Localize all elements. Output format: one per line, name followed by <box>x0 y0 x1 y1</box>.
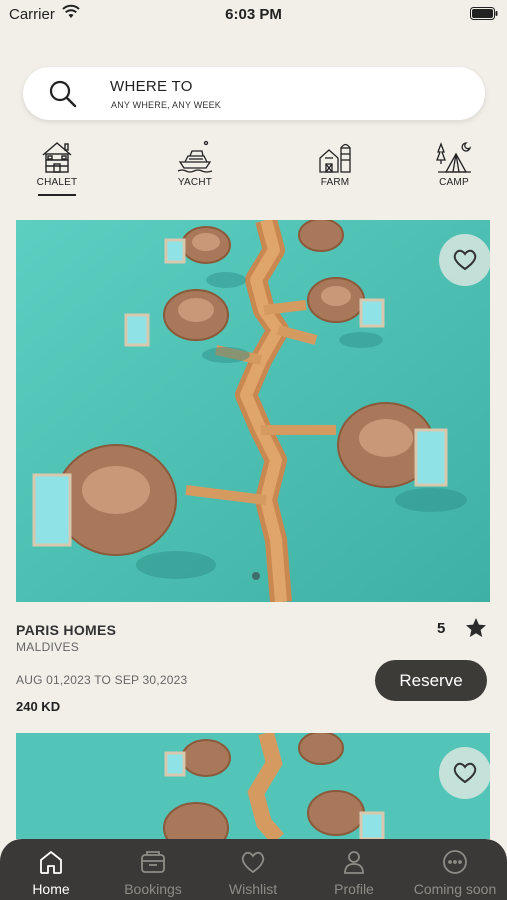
active-indicator <box>38 194 76 196</box>
category-yacht[interactable]: YACHT <box>150 140 240 188</box>
tab-home[interactable]: Home <box>1 848 101 897</box>
listing-dates: AUG 01,2023 TO SEP 30,2023 <box>16 673 188 687</box>
tab-label: Profile <box>334 881 374 897</box>
tab-label: Home <box>32 881 70 897</box>
home-icon <box>40 851 62 874</box>
clock: 6:03 PM <box>225 6 282 23</box>
search-subtitle: ANY WHERE, ANY WEEK <box>111 100 221 110</box>
more-icon <box>443 850 467 874</box>
battery-icon <box>470 7 498 20</box>
category-label: YACHT <box>177 177 213 188</box>
tab-label: Wishlist <box>228 881 278 897</box>
tab-label: Coming soon <box>413 881 497 897</box>
tab-wishlist[interactable]: Wishlist <box>203 848 303 897</box>
resort-photo <box>16 220 490 602</box>
wishlist-button[interactable] <box>439 747 491 799</box>
status-bar: Carrier 6:03 PM <box>0 0 507 30</box>
tab-bookings[interactable]: Bookings <box>103 848 203 897</box>
listing-photo[interactable] <box>16 733 490 839</box>
camp-icon <box>436 142 472 173</box>
resort-photo <box>16 733 490 839</box>
listing-name: PARIS HOMES <box>16 622 117 638</box>
bookings-icon <box>141 851 165 873</box>
heart-icon <box>241 851 265 874</box>
category-label: CAMP <box>439 177 469 188</box>
tab-bar: Home Bookings Wishlist Profile Coming so… <box>0 839 507 900</box>
category-bar: CHALET YACHT FARM CAMP <box>0 140 507 200</box>
listing-photo[interactable] <box>16 220 490 602</box>
carousel-dot <box>252 572 260 580</box>
profile-icon <box>344 851 364 874</box>
listing-location: MALDIVES <box>16 640 80 654</box>
heart-icon <box>453 249 477 271</box>
search-icon <box>49 80 77 108</box>
heart-icon <box>453 762 477 784</box>
star-icon <box>466 618 486 637</box>
category-label: FARM <box>320 177 350 188</box>
yacht-icon <box>177 140 213 173</box>
tab-profile[interactable]: Profile <box>304 848 404 897</box>
wishlist-button[interactable] <box>439 234 491 286</box>
listing-rating: 5 <box>437 620 446 637</box>
search-title: WHERE TO <box>110 78 193 95</box>
chalet-icon <box>42 142 72 173</box>
category-label: CHALET <box>36 177 78 188</box>
search-bar[interactable]: WHERE TO ANY WHERE, ANY WEEK <box>23 67 485 120</box>
category-camp[interactable]: CAMP <box>409 140 499 188</box>
tab-label: Bookings <box>124 881 182 897</box>
tab-coming-soon[interactable]: Coming soon <box>405 848 505 897</box>
category-farm[interactable]: FARM <box>290 140 380 188</box>
category-chalet[interactable]: CHALET <box>12 140 102 196</box>
farm-icon <box>319 143 351 173</box>
listing-price: 240 KD <box>16 699 61 714</box>
reserve-button[interactable]: Reserve <box>375 660 487 701</box>
